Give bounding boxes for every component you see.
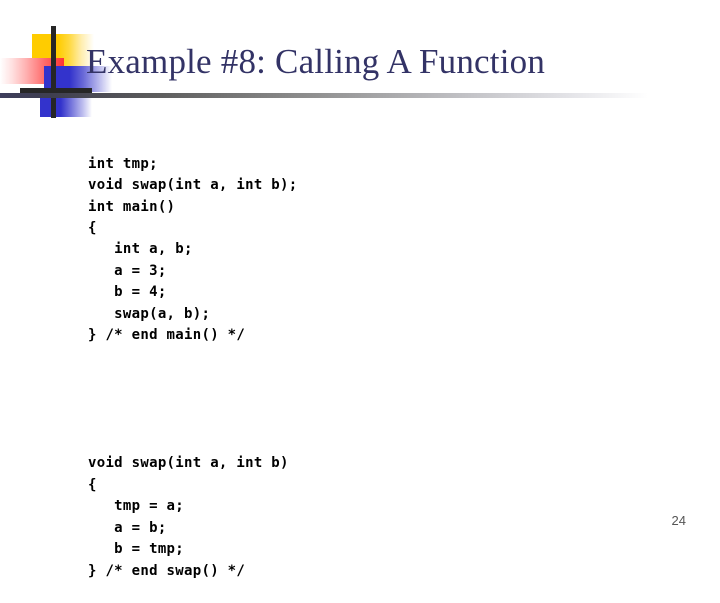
code-block-main: int tmp; void swap(int a, int b); int ma… [88, 155, 298, 344]
decoration-yellow-block [32, 34, 94, 67]
code-block-swap: void swap(int a, int b) { tmp = a; a = b… [88, 455, 289, 579]
slide-title: Example #8: Calling A Function [86, 42, 546, 81]
decoration-red-block [0, 58, 64, 84]
page-number: 24 [671, 513, 686, 528]
code-block-spacer [88, 389, 298, 410]
code-content: int tmp; void swap(int a, int b); int ma… [88, 111, 298, 603]
decoration-vertical-bar [51, 26, 56, 118]
title-divider [0, 93, 648, 98]
